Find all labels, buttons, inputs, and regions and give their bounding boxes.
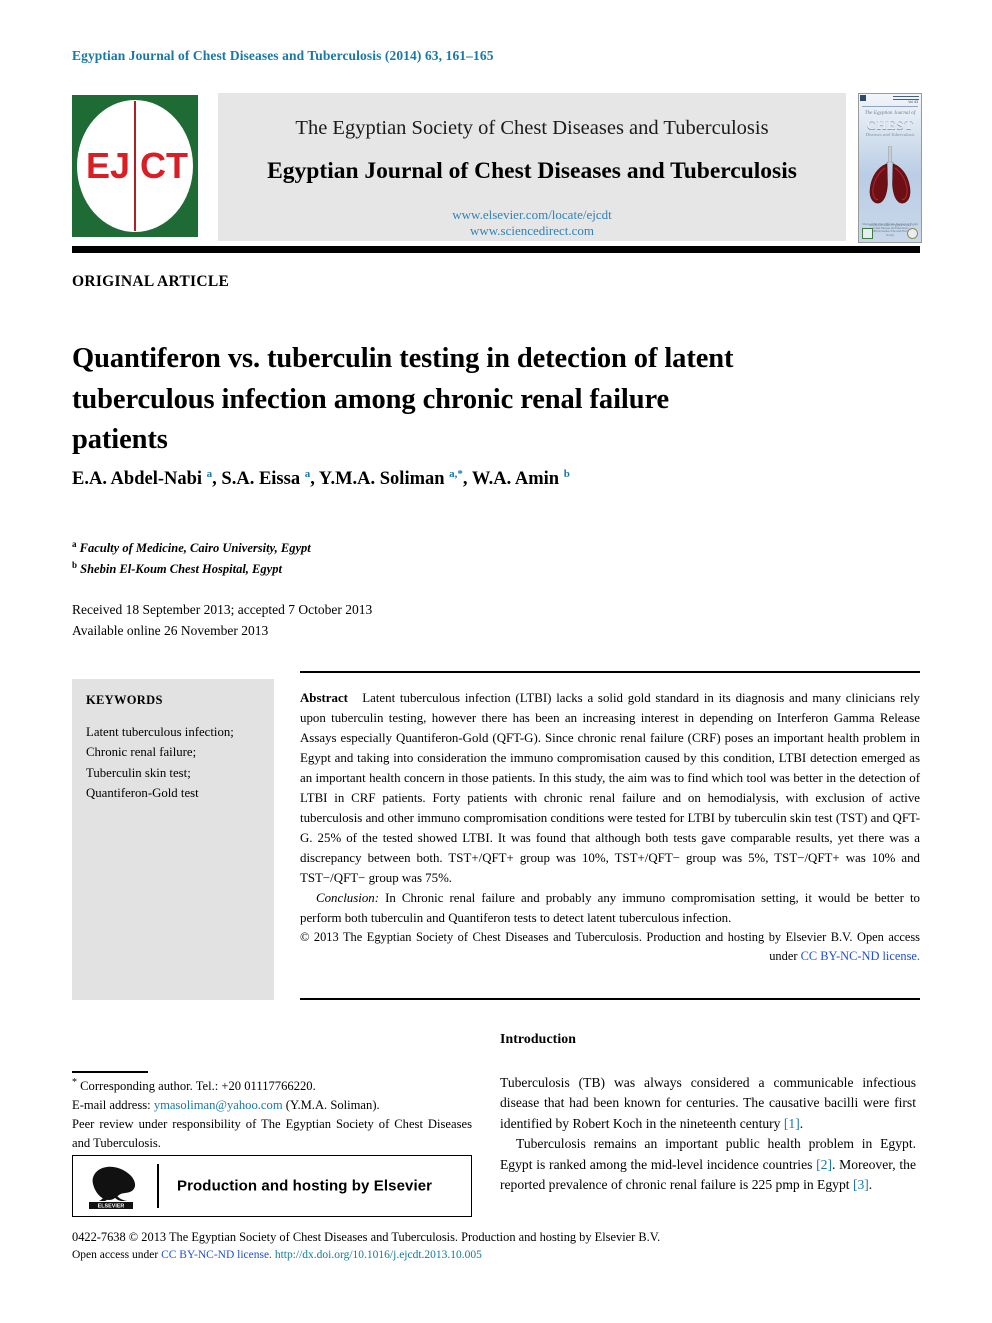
- email-note: E-mail address: ymasoliman@yahoo.com (Y.…: [72, 1096, 472, 1115]
- keyword-item: Quantiferon-Gold test: [86, 786, 199, 801]
- keywords-list: Latent tuberculous infection; Chronic ren…: [86, 722, 264, 804]
- elsevier-tree-logo-icon: ELSEVIER: [89, 1166, 136, 1210]
- corresponding-text: Corresponding author. Tel.: +20 01117766…: [80, 1079, 316, 1094]
- reference-link-1[interactable]: [1]: [784, 1116, 800, 1131]
- author-affiliation-mark: a,*: [449, 468, 463, 480]
- article-dates: Received 18 September 2013; accepted 7 O…: [72, 600, 372, 641]
- keyword-item: Tuberculin skin test;: [86, 765, 191, 780]
- author-list: E.A. Abdel-Nabi a, S.A. Eissa a, Y.M.A. …: [72, 468, 912, 490]
- intro-p1-text-a: Tuberculosis (TB) was always considered …: [500, 1075, 916, 1131]
- journal-name: Egyptian Journal of Chest Diseases and T…: [267, 158, 797, 184]
- abstract-copyright: © 2013 The Egyptian Society of Chest Dis…: [300, 928, 920, 966]
- lungs-illustration-icon: [869, 146, 911, 204]
- keywords-heading: KEYWORDS: [86, 693, 163, 707]
- footnotes: * Corresponding author. Tel.: +20 011177…: [72, 1075, 472, 1153]
- masthead: EJ CT The Egyptian Society of Chest Dise…: [72, 93, 922, 243]
- cover-badge-right-icon: [907, 228, 918, 239]
- abstract-text: Latent tuberculous infection (LTBI) lack…: [300, 691, 920, 885]
- journal-banner: The Egyptian Society of Chest Diseases a…: [218, 93, 846, 241]
- cover-volume: Vol. 63: [908, 100, 918, 104]
- peer-review-note: Peer review under responsibility of The …: [72, 1116, 472, 1150]
- elsevier-hosting-box: ELSEVIER Production and hosting by Elsev…: [72, 1155, 472, 1217]
- elsevier-hosting-label: Production and hosting by Elsevier: [177, 1177, 433, 1195]
- reference-link-3[interactable]: [3]: [853, 1177, 869, 1192]
- bottom-legal: 0422-7638 © 2013 The Egyptian Society of…: [72, 1228, 922, 1264]
- abstract-body: Abstract Latent tuberculous infection (L…: [300, 688, 920, 888]
- cover-badge-left-icon: [862, 228, 873, 239]
- introduction-heading: Introduction: [500, 1031, 577, 1046]
- open-access-line: Open access under CC BY-NC-ND license. h…: [72, 1247, 922, 1264]
- logo-text-left: EJ: [85, 145, 130, 186]
- keyword-item: Chronic renal failure;: [86, 745, 197, 760]
- cover-rule-1: [893, 96, 919, 97]
- corresponding-author-note: * Corresponding author. Tel.: +20 011177…: [72, 1075, 472, 1096]
- journal-links: www.elsevier.com/locate/ejcdt www.scienc…: [218, 207, 846, 240]
- introduction-paragraph-1: Tuberculosis (TB) was always considered …: [500, 1073, 916, 1134]
- email-owner: (Y.M.A. Soliman).: [285, 1098, 380, 1113]
- affiliation-text: Faculty of Medicine, Cairo University, E…: [76, 541, 311, 556]
- logo-text-right: CT: [140, 145, 188, 186]
- email-link[interactable]: ymasoliman@yahoo.com: [154, 1098, 283, 1112]
- author-name: E.A. Abdel-Nabi: [72, 469, 207, 490]
- ejct-logo-icon: EJ CT: [72, 95, 198, 237]
- cover-bottom-small: The Official Journal of Egyptian Society…: [868, 223, 912, 237]
- corresponding-mark: *: [72, 1077, 77, 1088]
- author-separator: ,: [462, 469, 472, 490]
- author-name: W.A. Amin: [471, 469, 564, 490]
- page-title: Quantiferon vs. tuberculin testing in de…: [72, 343, 734, 456]
- abstract: Abstract Latent tuberculous infection (L…: [300, 688, 920, 966]
- abstract-rule-bottom: [300, 998, 920, 1001]
- available-online-date: Available online 26 November 2013: [72, 622, 269, 638]
- open-access-prefix: Open access under: [72, 1248, 159, 1261]
- svg-text:ELSEVIER: ELSEVIER: [98, 1204, 125, 1210]
- received-date: Received 18 September 2013; accepted 7 O…: [72, 602, 373, 617]
- journal-article-page: Egyptian Journal of Chest Diseases and T…: [0, 0, 992, 1323]
- issn-copyright-line: 0422-7638 © 2013 The Egyptian Society of…: [72, 1230, 661, 1244]
- reference-link-2[interactable]: [2]: [816, 1157, 832, 1172]
- cover-line-1: The Egyptian Journal of: [864, 110, 916, 116]
- doi-link[interactable]: http://dx.doi.org/10.1016/j.ejcdt.2013.1…: [275, 1249, 482, 1261]
- introduction-paragraph-2: Tuberculosis remains an important public…: [500, 1134, 916, 1195]
- keywords-box: KEYWORDS Latent tuberculous infection; Ch…: [72, 679, 274, 1000]
- article-category: ORIGINAL ARTICLE: [72, 273, 230, 290]
- abstract-rule-top: [300, 671, 920, 674]
- cover-elsevier-mark-icon: [860, 95, 866, 101]
- author-affiliation-mark: b: [563, 468, 570, 480]
- cc-license-link-footer[interactable]: CC BY-NC-ND license.: [161, 1249, 272, 1261]
- author-name: Y.M.A. Soliman: [318, 469, 450, 490]
- elsevier-box-divider: [157, 1164, 159, 1208]
- author-separator: ,: [310, 469, 319, 490]
- masthead-divider: [72, 246, 920, 253]
- keyword-item: Latent tuberculous infection;: [86, 725, 234, 739]
- affiliation-list: a Faculty of Medicine, Cairo University,…: [72, 538, 592, 579]
- running-head: Egyptian Journal of Chest Diseases and T…: [72, 48, 494, 63]
- introduction-section: Introduction Tuberculosis (TB) was alway…: [500, 1031, 916, 1195]
- affiliation-text: Shebin El-Koum Chest Hospital, Egypt: [77, 561, 282, 576]
- intro-p2-text-c: .: [868, 1176, 873, 1192]
- affiliation-item: b Shebin El-Koum Chest Hospital, Egypt: [72, 559, 592, 580]
- footnote-rule: [72, 1071, 148, 1073]
- affiliation-item: a Faculty of Medicine, Cairo University,…: [72, 538, 592, 559]
- logo-divider: [133, 101, 137, 231]
- abstract-conclusion: Conclusion: In Chronic renal failure and…: [300, 888, 920, 928]
- elsevier-locate-link[interactable]: www.elsevier.com/locate/ejcdt: [218, 207, 846, 223]
- conclusion-text: In Chronic renal failure and probably an…: [300, 891, 920, 925]
- author-name: S.A. Eissa: [221, 469, 305, 490]
- cover-line-2: CHEST: [866, 117, 914, 132]
- society-name: The Egyptian Society of Chest Diseases a…: [295, 117, 769, 139]
- conclusion-label: Conclusion:: [316, 891, 380, 905]
- intro-p1-text-b: .: [799, 1115, 804, 1131]
- abstract-label: Abstract: [300, 691, 348, 705]
- journal-cover-thumbnail: Vol. 63 The Egyptian Journal of CHEST Di…: [858, 93, 922, 243]
- cc-license-link[interactable]: CC BY-NC-ND license.: [801, 949, 920, 963]
- cover-line-3: Diseases and Tuberculosis: [865, 132, 915, 137]
- email-label: E-mail address:: [72, 1098, 151, 1113]
- sciencedirect-link[interactable]: www.sciencedirect.com: [218, 223, 846, 239]
